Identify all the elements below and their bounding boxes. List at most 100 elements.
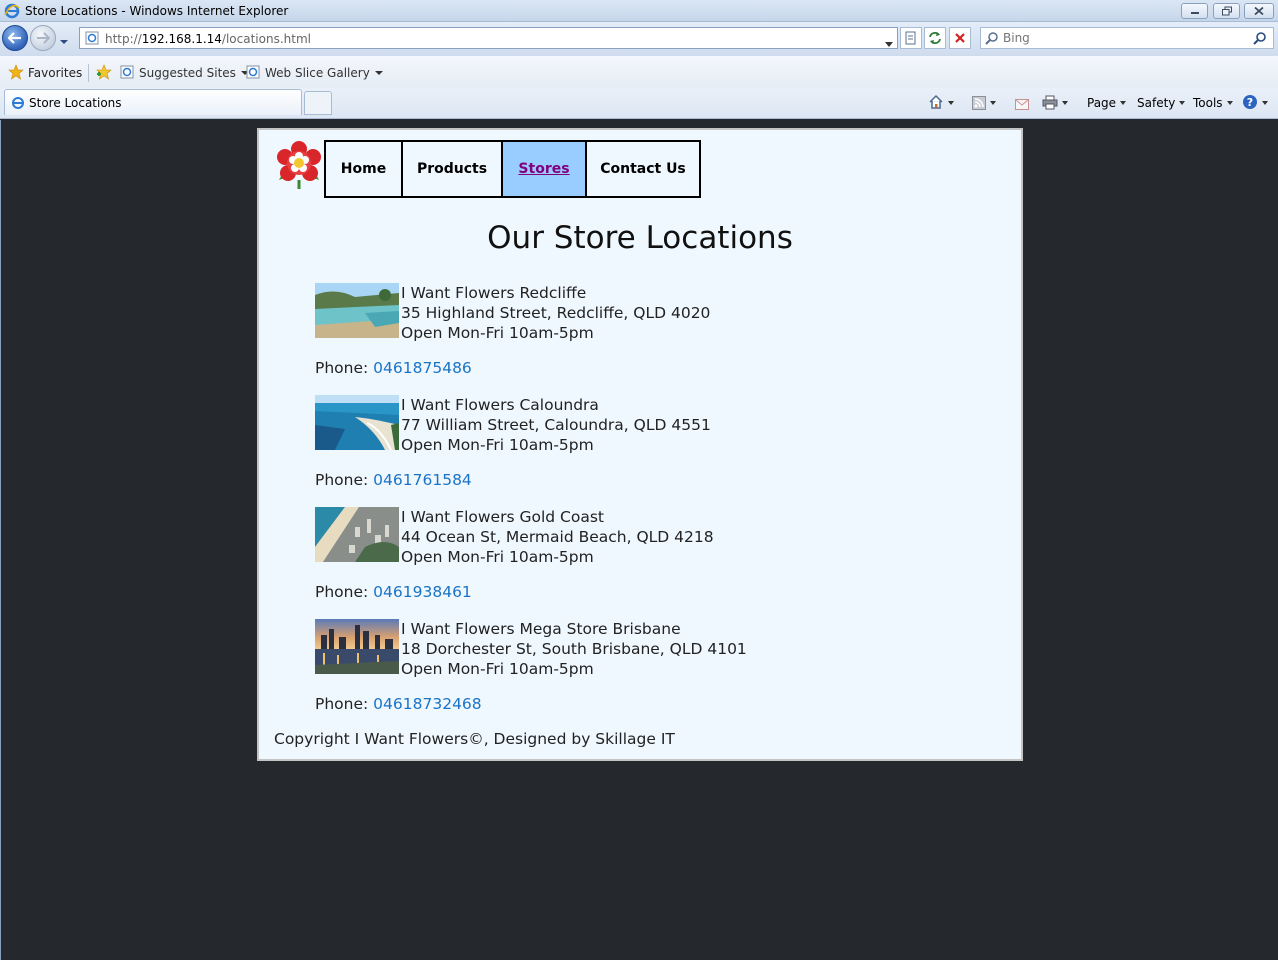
ie-page-icon	[120, 65, 134, 79]
nav-home-link[interactable]: Home	[326, 142, 403, 196]
site-navigation: Home Products Stores Contact Us	[324, 140, 701, 198]
phone-link[interactable]: 0461875486	[373, 359, 472, 377]
page-container: Home Products Stores Contact Us Our Stor…	[257, 128, 1023, 761]
store-details: I Want Flowers Caloundra 77 William Stre…	[401, 395, 711, 455]
stop-icon	[955, 33, 965, 43]
minimize-button[interactable]	[1181, 3, 1208, 19]
nav-contact-us-link[interactable]: Contact Us	[587, 142, 699, 196]
new-tab-button[interactable]	[304, 91, 332, 115]
chevron-down-icon	[1120, 101, 1127, 105]
restore-button[interactable]	[1213, 3, 1240, 19]
store-name: I Want Flowers Gold Coast	[401, 508, 604, 526]
store-details: I Want Flowers Mega Store Brisbane 18 Do…	[401, 619, 747, 679]
chevron-down-icon	[1262, 101, 1268, 105]
home-icon	[929, 94, 943, 109]
svg-text:?: ?	[1247, 96, 1253, 109]
store-photo-beach-lagoon	[315, 283, 399, 338]
suggested-sites-link[interactable]: Suggested Sites	[119, 64, 249, 82]
page-footer: Copyright I Want Flowers©, Designed by S…	[274, 730, 675, 748]
internet-explorer-icon	[4, 3, 20, 22]
store-name: I Want Flowers Mega Store Brisbane	[401, 620, 681, 638]
phone-label: Phone:	[315, 583, 374, 601]
arrow-right-icon	[37, 32, 50, 44]
help-button[interactable]: ?	[1242, 93, 1268, 113]
address-bar[interactable]: http://192.168.1.14/locations.html	[79, 27, 898, 49]
restore-icon	[1221, 6, 1232, 16]
read-mail-button[interactable]	[1015, 93, 1029, 113]
help-icon: ?	[1243, 95, 1257, 109]
favorites-button[interactable]: Favorites	[8, 64, 82, 82]
refresh-button[interactable]	[924, 27, 946, 49]
store-address: 35 Highland Street, Redcliffe, QLD 4020	[401, 304, 711, 322]
back-button[interactable]	[2, 25, 28, 51]
browser-viewport: Home Products Stores Contact Us Our Stor…	[0, 120, 1278, 960]
phone-link[interactable]: 0461761584	[373, 471, 472, 489]
search-go-icon[interactable]	[1253, 31, 1267, 48]
store-phone: Phone: 04618732468	[315, 695, 482, 713]
phone-label: Phone:	[315, 695, 374, 713]
tools-menu-button[interactable]: Tools	[1193, 93, 1233, 113]
store-hours: Open Mon-Fri 10am-5pm	[401, 324, 594, 342]
stop-button[interactable]	[949, 27, 971, 49]
nav-stores-link[interactable]: Stores	[503, 142, 587, 196]
favorites-label: Favorites	[28, 66, 83, 80]
phone-link[interactable]: 0461938461	[373, 583, 472, 601]
store-phone: Phone: 0461938461	[315, 583, 472, 601]
safety-menu-label: Safety	[1137, 96, 1176, 110]
address-dropdown-icon[interactable]	[885, 36, 893, 50]
store-photo-city-skyline-dusk	[315, 619, 399, 674]
flower-logo-icon[interactable]	[274, 140, 324, 195]
phone-link[interactable]: 04618732468	[373, 695, 481, 713]
address-url[interactable]: http://192.168.1.14/locations.html	[105, 32, 311, 46]
url-prefix: http://	[105, 32, 142, 46]
feeds-button[interactable]	[972, 93, 996, 113]
chevron-down-icon	[1062, 101, 1068, 105]
chevron-down-icon	[1179, 101, 1186, 105]
store-address: 77 William Street, Caloundra, QLD 4551	[401, 416, 711, 434]
ie-page-icon	[246, 65, 260, 79]
compatibility-view-button[interactable]	[900, 27, 922, 49]
store-hours: Open Mon-Fri 10am-5pm	[401, 660, 594, 678]
forward-button[interactable]	[30, 25, 56, 51]
add-favorite-icon	[96, 64, 112, 80]
store-photo-coastline	[315, 395, 399, 450]
page-menu-button[interactable]: Page	[1087, 93, 1127, 113]
chevron-down-icon	[948, 101, 954, 105]
refresh-icon	[929, 32, 941, 44]
close-button[interactable]	[1244, 3, 1274, 19]
print-button[interactable]	[1042, 93, 1068, 113]
nav-products-link[interactable]: Products	[403, 142, 503, 196]
window-titlebar: Store Locations - Windows Internet Explo…	[0, 0, 1278, 22]
search-input[interactable]	[1003, 30, 1243, 46]
tab-label: Store Locations	[29, 96, 122, 110]
recent-pages-dropdown[interactable]	[59, 34, 69, 48]
navigation-bar: http://192.168.1.14/locations.html	[0, 22, 1278, 56]
safety-menu-button[interactable]: Safety	[1137, 93, 1186, 113]
add-to-favorites-bar-button[interactable]	[95, 64, 117, 82]
store-photo-aerial-city-beach	[315, 507, 399, 562]
page-icon	[85, 31, 99, 48]
window-title: Store Locations - Windows Internet Explo…	[25, 4, 289, 18]
phone-label: Phone:	[315, 359, 374, 377]
url-host: 192.168.1.14	[141, 32, 222, 46]
store-phone: Phone: 0461875486	[315, 359, 472, 377]
rss-feed-icon	[972, 96, 986, 110]
search-box[interactable]	[980, 27, 1274, 49]
home-button[interactable]	[928, 93, 954, 113]
compatibility-view-icon	[905, 31, 916, 45]
store-address: 44 Ocean St, Mermaid Beach, QLD 4218	[401, 528, 714, 546]
favorites-divider	[88, 64, 89, 82]
web-slice-gallery-link[interactable]: Web Slice Gallery	[245, 64, 383, 82]
store-details: I Want Flowers Gold Coast 44 Ocean St, M…	[401, 507, 714, 567]
close-icon	[1254, 6, 1264, 16]
favorites-bar: Favorites Suggested Sites Web Slice Gall…	[0, 56, 1278, 88]
store-name: I Want Flowers Redcliffe	[401, 284, 587, 302]
minimize-icon	[1190, 12, 1199, 14]
search-icon	[985, 31, 999, 48]
tab-store-locations[interactable]: Store Locations	[4, 89, 302, 115]
store-hours: Open Mon-Fri 10am-5pm	[401, 436, 594, 454]
tab-bar: Store Locations Page Safety Tools ?	[0, 88, 1278, 119]
store-hours: Open Mon-Fri 10am-5pm	[401, 548, 594, 566]
chevron-down-icon	[1226, 101, 1233, 105]
suggested-sites-label: Suggested Sites	[139, 66, 236, 80]
